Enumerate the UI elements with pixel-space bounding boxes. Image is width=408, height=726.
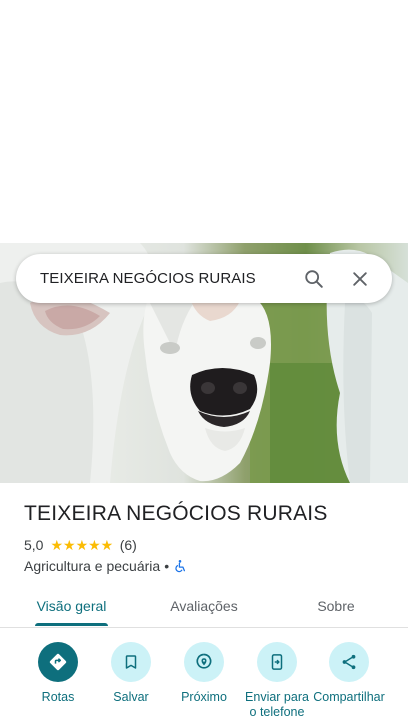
send-to-phone-label: Enviar para o telefone: [245, 690, 309, 719]
save-icon-circle: [111, 642, 151, 682]
search-input[interactable]: TEIXEIRA NEGÓCIOS RURAIS: [40, 270, 288, 287]
bookmark-icon: [125, 655, 137, 669]
directions-button[interactable]: Rotas: [18, 642, 98, 705]
category-label: Agricultura e pecuária: [24, 558, 161, 574]
send-to-phone-icon: [271, 654, 283, 670]
send-to-phone-button[interactable]: Enviar para o telefone: [237, 642, 317, 720]
nearby-icon-circle: [184, 642, 224, 682]
tab-overview[interactable]: Visão geral: [20, 585, 123, 627]
review-count: (6): [119, 537, 137, 553]
rating-value: 5,0: [24, 537, 44, 553]
rating-stars: ★★★★★: [50, 538, 113, 552]
tab-reviews[interactable]: Avaliações: [150, 585, 258, 627]
rating-row[interactable]: 5,0 ★★★★★ (6): [24, 536, 137, 554]
active-tab-indicator: [35, 623, 108, 626]
category-row: Agricultura e pecuária •: [24, 557, 187, 575]
place-title: TEIXEIRA NEGÓCIOS RURAIS: [24, 502, 328, 525]
place-sheet: TEIXEIRA NEGÓCIOS RURAIS TEIXEIRA NEGÓCI…: [0, 0, 408, 726]
save-button[interactable]: Salvar: [91, 642, 171, 705]
search-icon: [305, 269, 323, 288]
send-to-phone-icon-circle: [257, 642, 297, 682]
wheelchair-accessible-icon: [175, 560, 186, 573]
search-bar[interactable]: TEIXEIRA NEGÓCIOS RURAIS: [16, 254, 392, 303]
save-label: Salvar: [113, 690, 149, 704]
share-label: Compartilhar: [313, 690, 385, 704]
tab-about[interactable]: Sobre: [296, 585, 376, 627]
action-buttons: Rotas Salvar Próximo Enviar para o telef…: [0, 642, 408, 726]
close-icon: [353, 271, 367, 286]
share-icon: [342, 654, 356, 670]
directions-label: Rotas: [41, 690, 75, 704]
clear-search-button[interactable]: [340, 259, 380, 299]
directions-icon: [49, 653, 67, 671]
nearby-icon: [196, 653, 212, 669]
star-icon: ★★★★★: [50, 537, 114, 553]
nearby-button[interactable]: Próximo: [164, 642, 244, 705]
search-button[interactable]: [294, 259, 334, 299]
directions-icon-circle: [38, 642, 78, 682]
share-button[interactable]: Compartilhar: [309, 642, 389, 720]
separator-dot: •: [164, 558, 170, 574]
nearby-label: Próximo: [181, 690, 227, 704]
tab-bar: Visão geral Avaliações Sobre: [0, 585, 408, 628]
share-icon-circle: [329, 642, 369, 682]
